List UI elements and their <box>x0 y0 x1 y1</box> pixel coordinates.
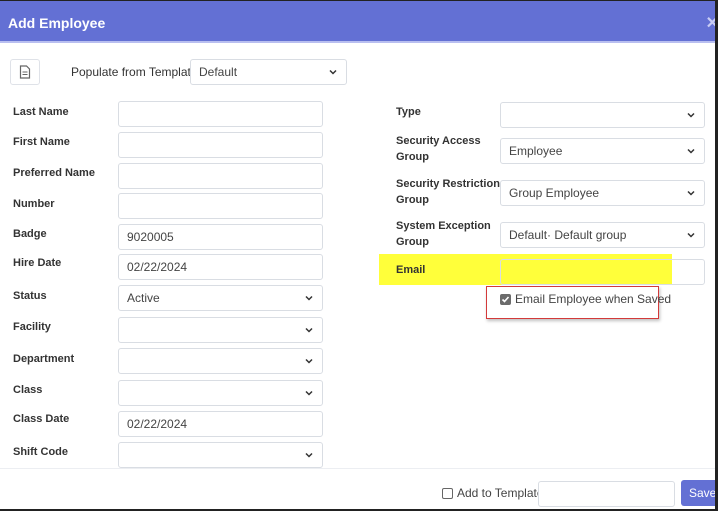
chevron-down-icon <box>687 112 695 118</box>
email-employee-label: Email Employee when Saved <box>515 292 672 306</box>
hire-date-label: Hire Date <box>13 257 62 269</box>
template-name-input[interactable] <box>538 481 675 507</box>
chevron-down-icon <box>329 69 337 75</box>
template-select[interactable]: Default <box>190 59 347 85</box>
save-button[interactable]: Save <box>681 480 715 506</box>
chevron-down-icon <box>305 327 313 333</box>
email-input[interactable] <box>500 259 705 285</box>
chevron-down-icon <box>305 358 313 364</box>
security-restriction-group-select[interactable]: Group Employee <box>500 180 705 206</box>
shift-code-select[interactable] <box>118 442 323 468</box>
security-access-group-label: Security Access Group <box>396 135 481 163</box>
status-select[interactable]: Active <box>118 285 323 311</box>
badge-label: Badge <box>13 228 47 240</box>
class-date-label: Class Date <box>13 413 70 425</box>
chevron-down-icon <box>305 390 313 396</box>
system-exception-group-select[interactable]: Default· Default group <box>500 222 705 248</box>
email-employee-checkbox-row[interactable]: Email Employee when Saved <box>500 292 671 306</box>
dialog-title: Add Employee <box>8 15 106 31</box>
type-select[interactable] <box>500 102 705 128</box>
number-input[interactable] <box>118 193 323 219</box>
security-restriction-group-label: Security Restriction Group <box>396 178 500 206</box>
security-access-group-select[interactable]: Employee <box>500 138 705 164</box>
email-label: Email <box>396 264 426 276</box>
number-label: Number <box>13 198 55 210</box>
chevron-down-icon <box>687 232 695 238</box>
first-name-label: First Name <box>13 136 70 148</box>
system-exception-group-label: System Exception Group <box>396 220 491 248</box>
class-select[interactable] <box>118 380 323 406</box>
chevron-down-icon <box>687 148 695 154</box>
add-to-template-label: Add to Template <box>457 486 544 500</box>
facility-label: Facility <box>13 321 51 333</box>
class-label: Class <box>13 384 43 396</box>
department-select[interactable] <box>118 348 323 374</box>
chevron-down-icon <box>305 295 313 301</box>
add-to-template-checkbox[interactable] <box>442 487 453 499</box>
preferred-name-label: Preferred Name <box>13 167 95 179</box>
checkmark-icon <box>501 295 510 303</box>
document-icon <box>19 65 31 79</box>
type-label: Type <box>396 106 421 118</box>
template-document-button[interactable] <box>10 59 40 85</box>
badge-input[interactable]: 9020005 <box>118 224 323 250</box>
shift-code-label: Shift Code <box>13 446 68 458</box>
status-label: Status <box>13 290 47 302</box>
preferred-name-input[interactable] <box>118 163 323 189</box>
dialog-header: Add Employee ✕ <box>0 1 715 43</box>
add-employee-dialog: Add Employee ✕ Populate from Template De… <box>0 1 715 509</box>
first-name-input[interactable] <box>118 132 323 158</box>
footer-divider <box>0 468 715 469</box>
populate-template-label: Populate from Template <box>71 65 198 79</box>
add-to-template-row[interactable]: Add to Template <box>442 486 544 500</box>
email-employee-checkbox[interactable] <box>500 293 511 305</box>
chevron-down-icon <box>305 452 313 458</box>
facility-select[interactable] <box>118 317 323 343</box>
last-name-input[interactable] <box>118 101 323 127</box>
chevron-down-icon <box>687 190 695 196</box>
hire-date-input[interactable]: 02/22/2024 <box>118 254 323 280</box>
class-date-input[interactable]: 02/22/2024 <box>118 411 323 437</box>
close-icon[interactable]: ✕ <box>706 13 715 33</box>
last-name-label: Last Name <box>13 106 69 118</box>
department-label: Department <box>13 353 75 365</box>
